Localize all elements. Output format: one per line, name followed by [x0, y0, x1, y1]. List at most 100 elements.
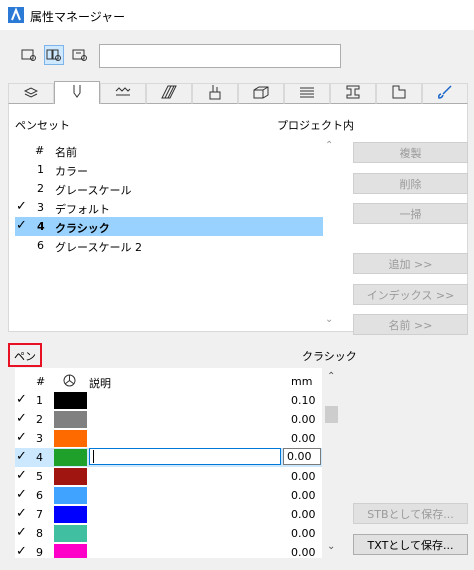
tab-paint[interactable]	[192, 83, 238, 104]
add-button[interactable]: 追加 >>	[353, 253, 468, 274]
row-num: 2	[37, 182, 44, 195]
duplicate-button[interactable]: 複製	[353, 142, 468, 163]
row-num: 1	[37, 163, 44, 176]
zone-icon	[392, 85, 406, 102]
pen-num: 6	[36, 489, 43, 502]
pen-num: 1	[36, 394, 43, 407]
header-desc: 説明	[89, 377, 111, 390]
row-num: 4	[37, 220, 45, 233]
tab-layers[interactable]	[8, 83, 54, 104]
pen-num: 2	[36, 413, 43, 426]
check-mark: ✓	[16, 411, 27, 426]
scrollbar-thumb[interactable]	[325, 406, 338, 423]
list-item-selected[interactable]: ✓ 4 クラシック	[15, 217, 323, 236]
building-material-icon	[253, 85, 269, 102]
view-import-button[interactable]	[70, 45, 90, 65]
pen-icon	[71, 84, 83, 103]
pen-num: 4	[36, 451, 43, 464]
pen-row[interactable]: ✓ 6 0.00	[15, 486, 322, 505]
pen-mm-input[interactable]: 0.00	[283, 448, 321, 465]
pen-row[interactable]: ✓ 3 0.00	[15, 429, 322, 448]
title-bar: 属性マネージャー	[0, 0, 474, 30]
pen-table-header: # 説明 mm	[15, 372, 322, 391]
brush-icon	[437, 85, 453, 102]
surface-icon	[299, 86, 315, 101]
check-mark: ✓	[16, 468, 27, 483]
header-num: #	[36, 375, 46, 388]
tab-building-materials[interactable]	[238, 83, 284, 104]
tab-fills[interactable]	[146, 83, 192, 104]
check-mark: ✓	[16, 506, 27, 521]
pen-num: 3	[36, 432, 43, 445]
tab-brushes[interactable]	[422, 83, 468, 104]
pen-color-swatch[interactable]	[54, 449, 87, 466]
pen-color-swatch[interactable]	[54, 392, 87, 409]
row-num: 3	[37, 201, 44, 214]
text-cursor	[93, 450, 94, 463]
pen-description-input[interactable]	[89, 448, 281, 465]
check-mark: ✓	[16, 525, 27, 540]
list-item[interactable]: 1 カラー	[15, 160, 323, 179]
fill-icon	[161, 85, 177, 102]
pen-row[interactable]: ✓ 7 0.00	[15, 505, 322, 524]
check-mark: ✓	[16, 392, 27, 407]
pen-mm: 0.00	[291, 489, 316, 502]
pen-row[interactable]: ✓ 2 0.00	[15, 410, 322, 429]
row-name: カラー	[55, 165, 88, 178]
view-compare-button[interactable]	[44, 45, 64, 65]
scroll-up-icon[interactable]: ⌃	[325, 140, 333, 151]
pen-color-swatch[interactable]	[54, 525, 87, 542]
check-mark: ✓	[16, 449, 27, 464]
pen-num: 7	[36, 508, 43, 521]
name-button[interactable]: 名前 >>	[353, 314, 468, 335]
search-input[interactable]	[99, 44, 341, 68]
tab-pens[interactable]	[54, 81, 100, 105]
save-txt-button[interactable]: TXTとして保存...	[353, 534, 468, 555]
check-mark: ✓	[16, 199, 27, 214]
pen-mm: 0.00	[291, 546, 316, 558]
tab-line-types[interactable]	[100, 83, 146, 104]
pen-color-swatch[interactable]	[54, 468, 87, 485]
view-list-button[interactable]	[19, 45, 39, 65]
header-name[interactable]: 名前	[55, 144, 77, 160]
pen-table: # 説明 mm ✓ 1 0.10 ✓ 2 0.00 ✓ 3 0.00 ✓ 4 0…	[15, 368, 322, 558]
scroll-up-icon[interactable]: ⌃	[327, 371, 335, 382]
penset-location: プロジェクト内	[277, 119, 354, 132]
list-item[interactable]: ✓ 3 デフォルト	[15, 198, 323, 217]
pen-mm: 0.00	[291, 432, 316, 445]
pen-color-swatch[interactable]	[54, 487, 87, 504]
save-stb-button[interactable]: STBとして保存...	[353, 503, 468, 524]
scroll-down-icon[interactable]: ⌄	[327, 541, 335, 552]
penset-list-header: # 名前	[15, 141, 323, 159]
scroll-down-icon[interactable]: ⌄	[325, 314, 333, 325]
row-num: 6	[37, 239, 44, 252]
attribute-tabs	[8, 81, 468, 105]
pen-color-swatch[interactable]	[54, 506, 87, 523]
pen-row[interactable]: ✓ 1 0.10	[15, 391, 322, 410]
pen-row-selected[interactable]: ✓ 4 0.00	[15, 448, 322, 467]
tab-profiles[interactable]	[330, 83, 376, 104]
pen-mm: 0.00	[291, 470, 316, 483]
profile-icon	[346, 85, 360, 102]
window-title: 属性マネージャー	[30, 10, 126, 24]
pen-mm: 0.00	[291, 527, 316, 540]
pen-row[interactable]: ✓ 8 0.00	[15, 524, 322, 543]
tab-surfaces[interactable]	[284, 83, 330, 104]
tab-zones[interactable]	[376, 83, 422, 104]
pen-num: 5	[36, 470, 43, 483]
pen-num: 9	[36, 546, 43, 558]
index-button[interactable]: インデックス >>	[353, 284, 468, 305]
pen-color-swatch[interactable]	[54, 544, 87, 558]
check-mark: ✓	[16, 544, 27, 558]
pen-mm: 0.10	[291, 394, 316, 407]
pen-color-swatch[interactable]	[54, 411, 87, 428]
list-item[interactable]: 2 グレースケール	[15, 179, 323, 198]
pen-row[interactable]: ✓ 9 0.00	[15, 543, 322, 558]
pen-row[interactable]: ✓ 5 0.00	[15, 467, 322, 486]
check-mark: ✓	[16, 218, 27, 233]
purge-button[interactable]: 一掃	[353, 203, 468, 224]
delete-button[interactable]: 削除	[353, 173, 468, 194]
pen-mm: 0.00	[291, 508, 316, 521]
pen-color-swatch[interactable]	[54, 430, 87, 447]
list-item[interactable]: 6 グレースケール 2	[15, 236, 323, 255]
